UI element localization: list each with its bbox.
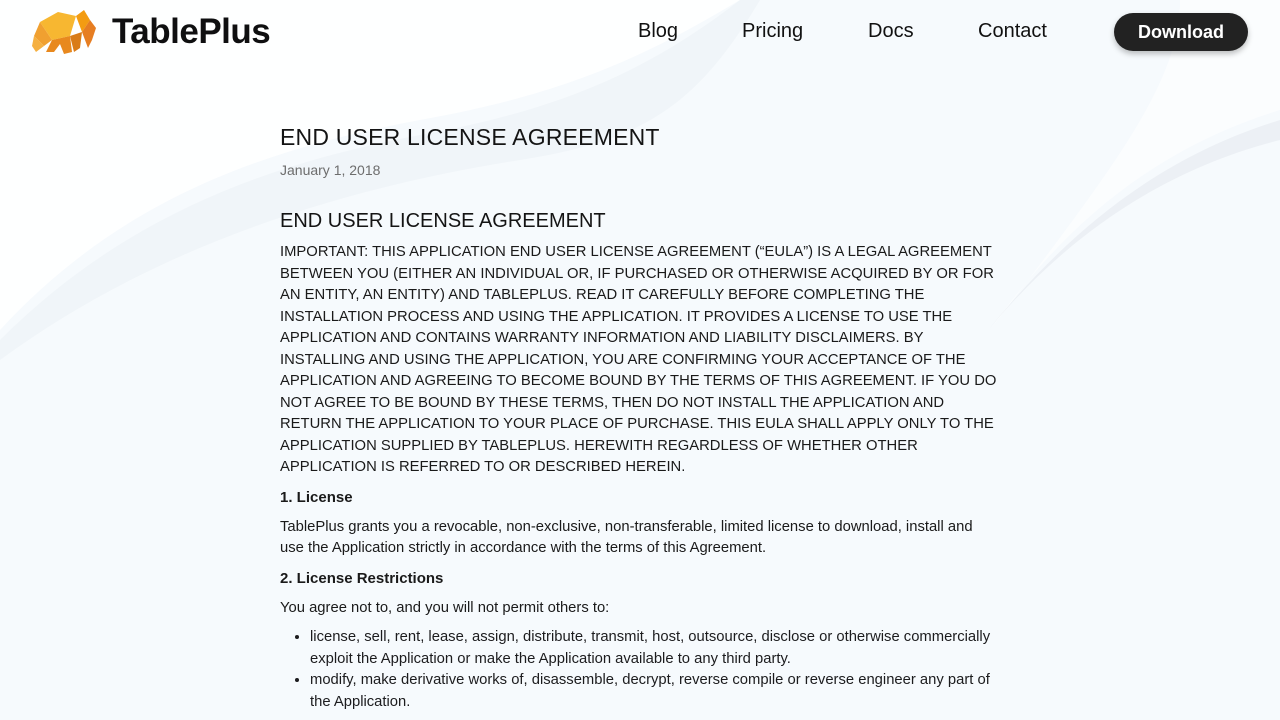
elephant-logo-icon (32, 10, 96, 54)
restrictions-heading: 2. License Restrictions (280, 569, 444, 587)
restrictions-list: license, sell, rent, lease, assign, dist… (280, 627, 1000, 713)
site-header: TablePlus Blog Pricing Docs Contact Down… (0, 0, 1280, 64)
intro-paragraph: IMPORTANT: THIS APPLICATION END USER LIC… (280, 244, 997, 475)
article-content: END USER LICENSE AGREEMENT January 1, 20… (280, 120, 1000, 713)
publish-date: January 1, 2018 (280, 162, 381, 178)
page-title: END USER LICENSE AGREEMENT (280, 124, 660, 150)
license-heading: 1. License (280, 488, 353, 506)
license-paragraph: TablePlus grants you a revocable, non-ex… (280, 518, 973, 557)
list-item: modify, make derivative works of, disass… (310, 670, 1000, 713)
nav-docs[interactable]: Docs (868, 20, 914, 43)
brand-logo-link[interactable]: TablePlus (30, 6, 271, 58)
brand-name: TablePlus (112, 12, 271, 51)
nav-blog[interactable]: Blog (638, 20, 678, 43)
list-item: license, sell, rent, lease, assign, dist… (310, 627, 1000, 670)
section-heading: END USER LICENSE AGREEMENT (280, 210, 606, 232)
page: TablePlus Blog Pricing Docs Contact Down… (0, 0, 1280, 720)
nav-contact[interactable]: Contact (978, 20, 1047, 43)
download-button[interactable]: Download (1114, 13, 1248, 51)
restrictions-intro: You agree not to, and you will not permi… (280, 599, 610, 616)
nav-pricing[interactable]: Pricing (742, 20, 803, 43)
